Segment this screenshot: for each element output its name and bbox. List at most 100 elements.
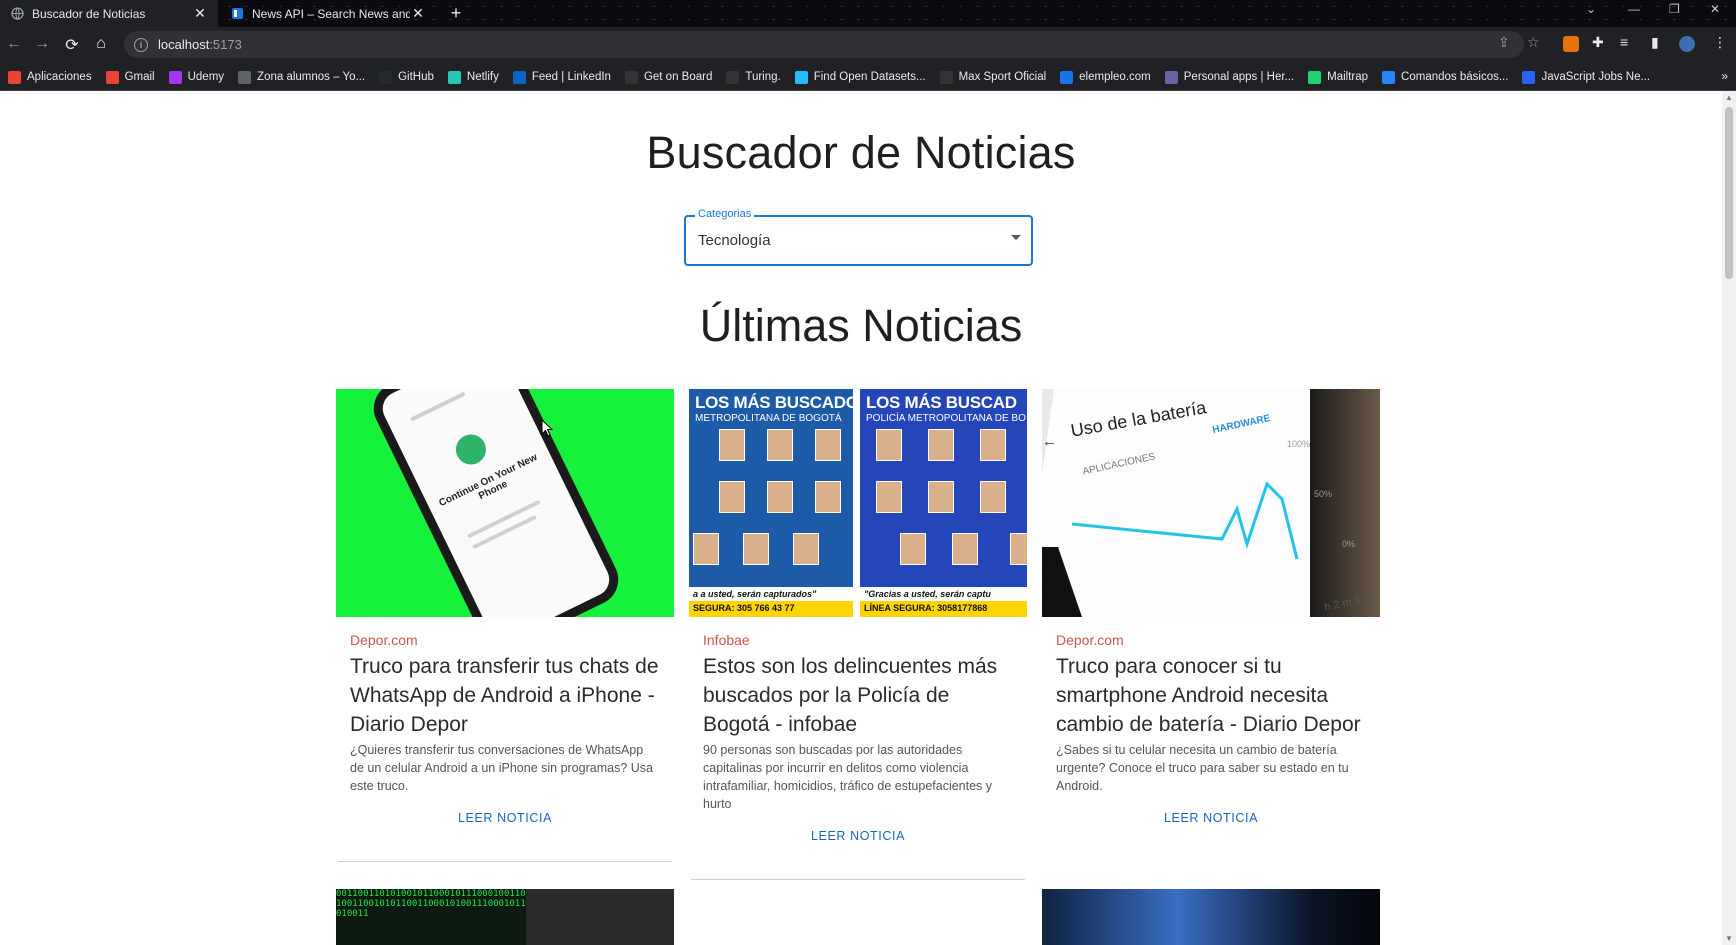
tab-buscador[interactable]: Buscador de Noticias ✕	[0, 0, 218, 27]
bookmark-item[interactable]: Aplicaciones	[8, 70, 92, 84]
jsjobs-icon	[1522, 70, 1536, 84]
bookmark-item[interactable]: elempleo.com	[1060, 70, 1151, 84]
bookmark-item[interactable]: Udemy	[168, 70, 225, 84]
news-headline: Truco para conocer si tu smartphone Andr…	[1056, 655, 1361, 736]
home-icon[interactable]: ⌂	[91, 35, 111, 53]
bookmark-item[interactable]: JavaScript Jobs Ne...	[1522, 70, 1651, 84]
bookmark-item[interactable]: Netlify	[447, 70, 499, 84]
apps-grid-icon	[8, 70, 21, 84]
bookmark-label: Gmail	[124, 71, 155, 83]
close-icon[interactable]: ✕	[410, 5, 426, 22]
wanted-poster-left: LOS MÁS BUSCADOS METROPOLITANA DE BOGOTÁ…	[689, 389, 853, 617]
extension-icon[interactable]	[1563, 36, 1579, 52]
close-icon[interactable]: ✕	[192, 5, 208, 22]
avatar[interactable]	[1679, 36, 1695, 52]
news-headline: Estos son los delincuentes más buscados …	[703, 655, 998, 736]
window-close-icon[interactable]: ✕	[1710, 2, 1720, 16]
news-source: Depor.com	[1056, 632, 1124, 648]
bookmark-item[interactable]: Zona alumnos – Yo...	[238, 70, 366, 84]
udemy-icon	[168, 70, 182, 84]
atlassian-icon	[1382, 70, 1396, 84]
sidepanel-icon[interactable]: ▮	[1651, 34, 1659, 51]
card-divider	[691, 879, 1025, 880]
card-divider	[338, 861, 672, 862]
news-description: 90 personas son buscadas por las autorid…	[703, 743, 993, 811]
news-headline: Truco para transferir tus chats de Whats…	[350, 655, 659, 736]
read-news-button[interactable]: LEER NOTICIA	[1056, 811, 1366, 825]
tab-newsapi[interactable]: News API – Search News and Blo ✕	[220, 0, 436, 27]
wanted-poster-right: LOS MÁS BUSCAD POLICÍA METROPOLITANA DE …	[860, 389, 1027, 617]
globe-icon	[10, 7, 24, 21]
news-source: Depor.com	[350, 632, 418, 648]
linkedin-icon	[512, 70, 526, 84]
star-icon[interactable]: ☆	[1527, 34, 1540, 51]
bookmark-label: Personal apps | Her...	[1183, 71, 1295, 83]
news-image: Continue On Your New Phone	[336, 389, 674, 617]
bookmark-label: Udemy	[187, 71, 225, 83]
kebab-menu-icon[interactable]: ⋮	[1713, 34, 1727, 51]
site-info-icon[interactable]: i	[134, 37, 148, 52]
chevron-right-icon[interactable]: »	[1721, 69, 1728, 83]
restore-icon[interactable]: ❐	[1669, 2, 1680, 16]
category-select[interactable]: Categorias Tecnología	[684, 208, 1033, 266]
browser-toolbar: ← → ⟳ ⌂ i localhost:5173 ⇪ ☆ ✚ ≡ ▮ ⋮	[0, 27, 1736, 64]
new-tab-icon[interactable]: +	[446, 3, 466, 24]
bookmark-label: Find Open Datasets...	[813, 71, 926, 83]
news-card: LOS MÁS BUSCADOS METROPOLITANA DE BOGOTÁ…	[689, 389, 1027, 880]
read-news-button[interactable]: LEER NOTICIA	[350, 811, 660, 825]
share-icon[interactable]: ⇪	[1498, 34, 1510, 51]
bookmark-item[interactable]: Comandos básicos...	[1382, 70, 1509, 84]
bookmark-item[interactable]: GitHub	[379, 70, 434, 84]
bookmark-label: Turing.	[745, 71, 781, 83]
bookmark-label: Max Sport Oficial	[958, 71, 1047, 83]
news-description: ¿Sabes si tu celular necesita un cambio …	[1056, 743, 1349, 793]
bookmark-label: Zona alumnos – Yo...	[257, 71, 366, 83]
elempleo-icon	[1060, 70, 1074, 84]
bookmark-item[interactable]: Gmail	[105, 70, 155, 84]
mailtrap-icon	[1308, 70, 1322, 84]
getonboard-icon	[624, 70, 638, 84]
news-image: Uso de la batería ← APLICACIONES HARDWAR…	[1042, 389, 1380, 617]
netlify-icon	[447, 70, 461, 84]
reading-list-icon[interactable]: ≡	[1620, 34, 1628, 50]
select-value: Tecnología	[698, 232, 771, 249]
scroll-thumb[interactable]	[1725, 107, 1733, 279]
news-image: LOS MÁS BUSCADOS METROPOLITANA DE BOGOTÁ…	[689, 389, 1027, 617]
phone-illustration: Continue On Your New Phone	[365, 389, 627, 617]
forward-icon[interactable]: →	[32, 35, 52, 53]
bookmark-item[interactable]: Get on Board	[624, 70, 713, 84]
bookmark-item[interactable]: Max Sport Oficial	[939, 70, 1047, 84]
page-title: Buscador de Noticias	[646, 127, 1076, 178]
bookmark-label: Get on Board	[643, 71, 713, 83]
news-image	[1042, 889, 1380, 945]
gmail-icon	[105, 70, 119, 84]
minimize-icon[interactable]: —	[1628, 2, 1640, 16]
cursor-icon	[541, 419, 553, 437]
bookmark-label: Mailtrap	[1327, 71, 1369, 83]
bookmark-label: GitHub	[398, 71, 434, 83]
bookmark-label: Feed | LinkedIn	[531, 71, 611, 83]
read-news-button[interactable]: LEER NOTICIA	[703, 829, 1013, 843]
bookmark-item[interactable]: Turing.	[726, 70, 781, 84]
news-card: Continue On Your New Phone Depor.com Tru…	[336, 389, 674, 862]
scroll-up-icon: ▲	[1725, 93, 1733, 102]
bookmark-item[interactable]: Find Open Datasets...	[794, 70, 926, 84]
page-scrollbar[interactable]: ▲ ▼	[1722, 91, 1736, 945]
tab-title: Buscador de Noticias	[32, 6, 146, 21]
bookmark-label: Netlify	[466, 71, 499, 83]
bookmark-item[interactable]: Feed | LinkedIn	[512, 70, 611, 84]
tab-search-icon[interactable]: ⌄	[1586, 2, 1596, 16]
battery-graph	[1072, 481, 1299, 560]
turing-icon	[726, 70, 740, 84]
bookmark-item[interactable]: Personal apps | Her...	[1164, 70, 1295, 84]
back-icon[interactable]: ←	[4, 35, 24, 53]
bookmark-label: JavaScript Jobs Ne...	[1541, 71, 1651, 83]
puzzle-icon[interactable]: ✚	[1592, 34, 1604, 51]
arrow-left-icon: ←	[1042, 433, 1057, 450]
bookmark-label: Comandos básicos...	[1401, 71, 1509, 83]
address-bar[interactable]: i localhost:5173	[124, 31, 1524, 58]
bookmark-item[interactable]: Mailtrap	[1308, 70, 1369, 84]
reload-icon[interactable]: ⟳	[62, 35, 82, 55]
news-card: Uso de la batería ← APLICACIONES HARDWAR…	[1042, 389, 1380, 890]
maxsport-icon	[939, 70, 953, 84]
